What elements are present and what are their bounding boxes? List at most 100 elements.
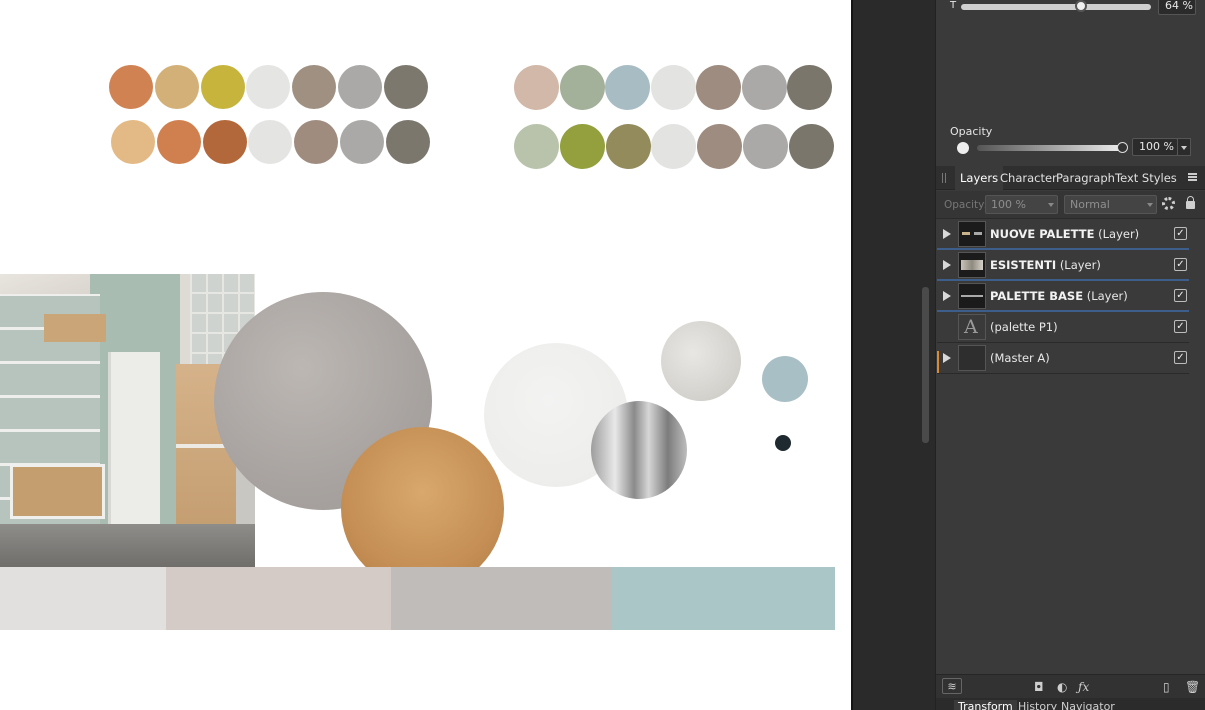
color-swatch[interactable] xyxy=(385,120,430,164)
brushed-steel-sample[interactable] xyxy=(591,401,687,499)
layer-name: NUOVE PALETTE (Layer) xyxy=(990,227,1140,241)
color-swatch[interactable] xyxy=(109,65,153,109)
layer-options-bar: Opacity: 100 % Normal xyxy=(936,191,1205,219)
expand-triangle-icon[interactable] xyxy=(943,353,951,363)
color-swatch[interactable] xyxy=(788,124,834,169)
gear-icon[interactable] xyxy=(1162,197,1175,210)
app-window: T 64 % Opacity 100 % Layers Character Pa… xyxy=(0,0,1205,710)
studio-panel: T 64 % Opacity 100 % Layers Character Pa… xyxy=(935,0,1205,710)
color-strip[interactable] xyxy=(0,567,166,630)
visibility-checkbox[interactable]: ✓ xyxy=(1174,258,1187,271)
opacity-slider-handle[interactable] xyxy=(1117,142,1128,153)
color-swatch[interactable] xyxy=(743,124,788,169)
layer-row[interactable]: (Master A) ✓ xyxy=(937,343,1189,374)
color-strip[interactable] xyxy=(612,567,835,630)
master-indicator xyxy=(937,351,939,373)
layer-name: (palette P1) xyxy=(990,320,1058,334)
color-swatch[interactable] xyxy=(605,124,651,169)
color-strip[interactable] xyxy=(166,567,391,630)
color-swatch[interactable] xyxy=(154,65,199,109)
color-swatch[interactable] xyxy=(383,65,428,109)
visibility-checkbox[interactable]: ✓ xyxy=(1174,351,1187,364)
tab-transform[interactable]: Transform xyxy=(954,700,1017,710)
tab-text-styles[interactable]: Text Styles xyxy=(1110,166,1182,190)
color-swatch[interactable] xyxy=(202,120,247,164)
layer-thumbnail xyxy=(958,345,986,371)
panel-tab-bar: Layers Character Paragraph Text Styles xyxy=(936,166,1205,190)
color-swatch[interactable] xyxy=(650,65,696,110)
color-swatch[interactable] xyxy=(338,65,382,109)
layer-name: PALETTE BASE (Layer) xyxy=(990,289,1128,303)
chevron-down-icon xyxy=(1048,203,1054,207)
layer-opacity-field[interactable]: 100 % xyxy=(985,195,1058,214)
color-swatch[interactable] xyxy=(697,124,743,169)
color-swatch[interactable] xyxy=(559,124,605,169)
layer-row[interactable]: A (palette P1) ✓ xyxy=(937,312,1189,343)
visibility-checkbox[interactable]: ✓ xyxy=(1174,289,1187,302)
visibility-checkbox[interactable]: ✓ xyxy=(1174,320,1187,333)
tab-navigator[interactable]: Navigator xyxy=(1061,700,1115,710)
tab-history[interactable]: History xyxy=(1018,700,1057,710)
top-slider-handle[interactable] xyxy=(1075,0,1087,12)
expand-triangle-icon[interactable] xyxy=(943,291,951,301)
layers-stack-icon[interactable]: ≋ xyxy=(942,678,962,694)
adjustment-icon[interactable]: ◐ xyxy=(1057,679,1067,695)
layer-thumbnail xyxy=(958,283,986,309)
oak-wood-sample[interactable] xyxy=(341,427,504,590)
color-swatch[interactable] xyxy=(246,65,291,109)
color-swatch[interactable] xyxy=(111,120,155,164)
color-swatch[interactable] xyxy=(651,124,697,169)
layer-thumbnail xyxy=(958,252,986,278)
color-swatch[interactable] xyxy=(156,120,201,164)
chevron-down-icon xyxy=(1181,146,1187,150)
top-slider-track[interactable] xyxy=(961,4,1151,10)
layer-name: (Master A) xyxy=(990,351,1050,365)
color-swatch[interactable] xyxy=(696,65,741,110)
marble-sample[interactable] xyxy=(661,321,741,401)
color-swatch[interactable] xyxy=(514,124,559,169)
new-layer-icon[interactable]: ▯ xyxy=(1163,679,1170,695)
layer-row[interactable]: NUOVE PALETTE (Layer) ✓ xyxy=(937,219,1189,250)
light-blue-dot[interactable] xyxy=(762,356,808,402)
dark-dot[interactable] xyxy=(775,435,791,451)
chevron-down-icon xyxy=(1147,203,1153,207)
color-swatch[interactable] xyxy=(200,65,245,109)
layers-scrollbar[interactable] xyxy=(922,287,929,443)
layer-row[interactable]: ESISTENTI (Layer) ✓ xyxy=(937,250,1189,281)
layer-thumbnail xyxy=(958,221,986,247)
document-canvas[interactable] xyxy=(0,0,851,710)
top-slider-label: T xyxy=(950,0,957,11)
color-strip[interactable] xyxy=(391,567,612,630)
expand-triangle-icon[interactable] xyxy=(943,229,951,239)
expand-triangle-icon[interactable] xyxy=(943,260,951,270)
color-swatch[interactable] xyxy=(294,120,339,164)
grip-icon[interactable] xyxy=(942,173,946,183)
mask-icon[interactable]: ◘ xyxy=(1034,679,1044,695)
color-swatch[interactable] xyxy=(292,65,337,109)
color-swatch[interactable] xyxy=(248,120,293,164)
bottom-tab-bar: Transform History Navigator xyxy=(936,698,1205,710)
opacity-dropdown-button[interactable] xyxy=(1177,138,1191,156)
color-swatch[interactable] xyxy=(787,65,832,110)
blend-mode-value: Normal xyxy=(1070,198,1110,211)
opacity-value-field[interactable]: 100 % xyxy=(1132,138,1178,156)
layer-name: ESISTENTI (Layer) xyxy=(990,258,1101,272)
trash-icon[interactable]: 🗑 xyxy=(1185,679,1200,695)
layer-row[interactable]: PALETTE BASE (Layer) ✓ xyxy=(937,281,1189,312)
blend-mode-select[interactable]: Normal xyxy=(1064,195,1157,214)
opacity-slider-track[interactable] xyxy=(977,145,1125,151)
layer-opacity-value: 100 % xyxy=(991,198,1026,211)
color-swatch[interactable] xyxy=(340,120,384,164)
layer-opacity-label: Opacity: xyxy=(944,199,988,211)
top-slider-value[interactable]: 64 % xyxy=(1158,0,1196,15)
lock-icon[interactable] xyxy=(1186,196,1195,209)
color-swatch[interactable] xyxy=(741,65,787,110)
color-swatch[interactable] xyxy=(605,65,650,110)
panel-menu-icon[interactable] xyxy=(1188,173,1197,181)
visibility-checkbox[interactable]: ✓ xyxy=(1174,227,1187,240)
fx-icon[interactable]: ƒx xyxy=(1078,679,1089,695)
opacity-label: Opacity xyxy=(950,125,993,138)
text-frame-thumbnail: A xyxy=(958,314,986,340)
color-swatch[interactable] xyxy=(559,65,605,110)
color-swatch[interactable] xyxy=(514,65,559,110)
